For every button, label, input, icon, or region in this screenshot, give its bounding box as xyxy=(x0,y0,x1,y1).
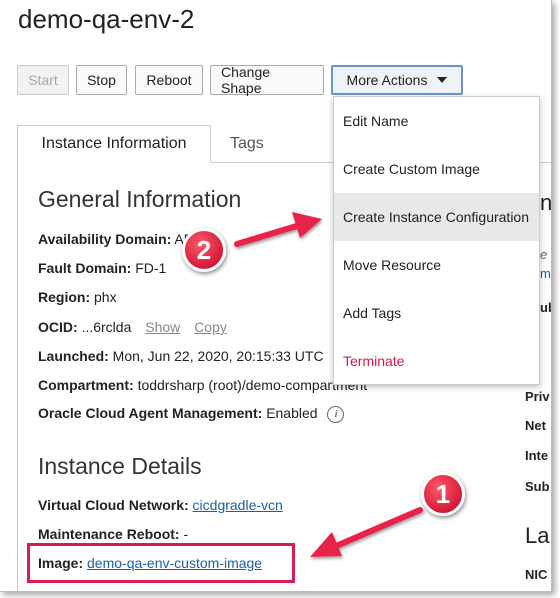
arrow-1-head-icon xyxy=(310,532,342,557)
arrow-1-shaft xyxy=(333,507,423,549)
annotation-badge-2: 2 xyxy=(182,228,226,272)
annotation-badge-1: 1 xyxy=(421,472,465,516)
console-window: demo-qa-env-2 Start Stop Reboot Change S… xyxy=(0,0,552,592)
arrow-2-head-icon xyxy=(292,212,322,238)
arrow-2-shaft xyxy=(234,222,303,247)
annotation-arrows xyxy=(234,212,423,557)
